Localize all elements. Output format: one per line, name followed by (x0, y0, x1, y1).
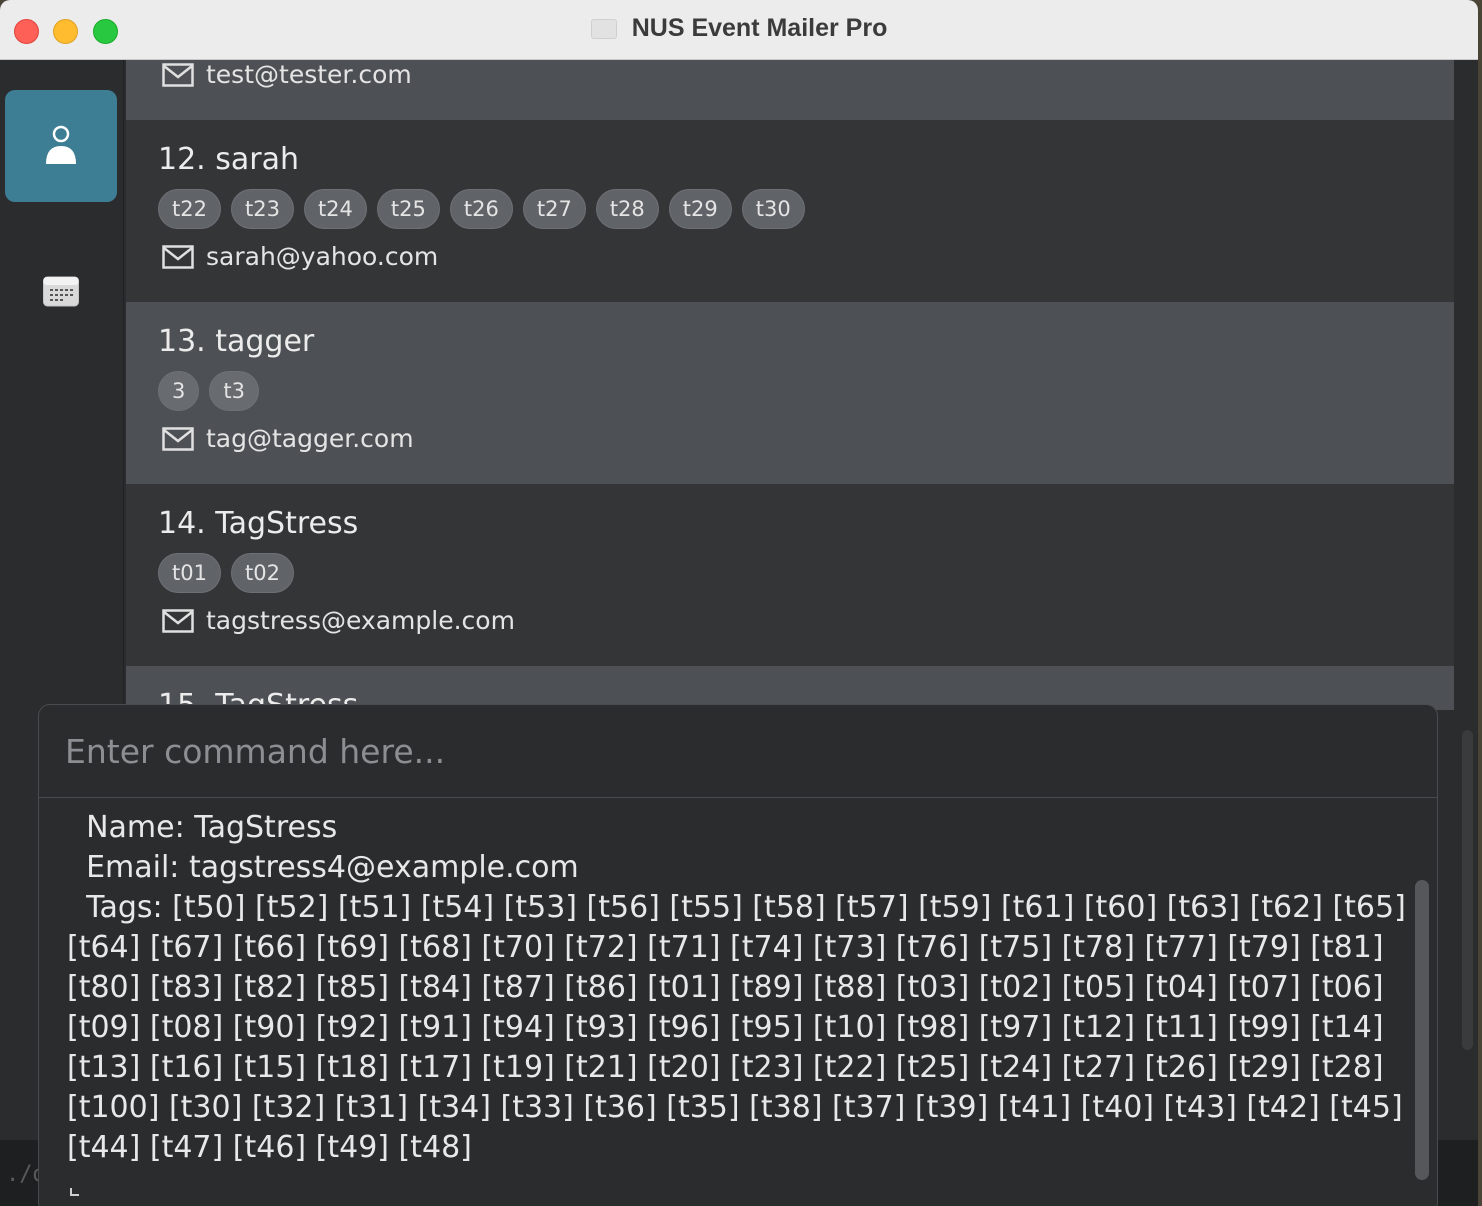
contact-card[interactable]: 13. tagger 3 t3 tag@tagger.com (126, 302, 1454, 484)
title-bar: NUS Event Mailer Pro (0, 0, 1478, 60)
contact-email: tag@tagger.com (206, 424, 414, 453)
contact-name: 14. TagStress (158, 506, 359, 541)
tag: t27 (522, 189, 586, 229)
contact-card[interactable]: 12. sarah t22 t23 t24 t25 t26 t27 t28 t2… (126, 120, 1454, 302)
tag: t28 (595, 189, 659, 229)
command-panel: Name: TagStress Email: tagstress4@exampl… (38, 704, 1438, 1206)
calendar-icon (43, 276, 79, 307)
email-row: test@tester.com (162, 60, 412, 89)
email-row: sarah@yahoo.com (162, 242, 438, 271)
list-scrollbar-thumb[interactable] (1462, 730, 1473, 1050)
contact-card[interactable]: test@tester.com (126, 60, 1454, 120)
result-scrollbar-thumb[interactable] (1415, 880, 1429, 1180)
command-input[interactable] (39, 705, 1437, 798)
mail-icon (162, 244, 194, 269)
tag: t26 (449, 189, 513, 229)
tag: t01 (158, 553, 221, 593)
tag-list: t01 t02 (158, 553, 294, 593)
tag: 3 (158, 371, 200, 411)
window-title: NUS Event Mailer Pro (631, 14, 888, 42)
contact-list: test@tester.com 12. sarah t22 t23 t24 t2… (126, 60, 1454, 710)
tag: t23 (230, 189, 294, 229)
tag-list: t22 t23 t24 t25 t26 t27 t28 t29 t30 (158, 189, 805, 229)
email-row: tagstress@example.com (162, 606, 515, 635)
tag: t25 (376, 189, 440, 229)
tag: t22 (158, 189, 221, 229)
resize-corner-icon (70, 1188, 79, 1196)
tag-list: 3 t3 (158, 371, 259, 411)
app-window: NUS Event Mailer Pro test@tester.com 12.… (0, 0, 1478, 1206)
tag: t3 (209, 371, 259, 411)
tag: t30 (741, 189, 805, 229)
app-icon (590, 18, 617, 39)
tag: t29 (668, 189, 732, 229)
sidebar-item-contacts[interactable] (5, 90, 117, 202)
result-display: Name: TagStress Email: tagstress4@exampl… (67, 810, 1406, 1165)
list-scrollbar[interactable] (1458, 60, 1478, 1050)
tag: t02 (230, 553, 294, 593)
contact-email: test@tester.com (206, 60, 412, 89)
mail-icon (162, 62, 194, 87)
mail-icon (162, 426, 194, 451)
contact-name: 13. tagger (158, 324, 315, 359)
contact-email: sarah@yahoo.com (206, 242, 439, 271)
title-wrap: NUS Event Mailer Pro (0, 14, 1478, 43)
mail-icon (162, 608, 194, 633)
tag: t24 (303, 189, 367, 229)
sidebar-item-events[interactable] (38, 270, 84, 312)
contact-name: 12. sarah (158, 142, 299, 177)
person-icon (46, 125, 76, 164)
email-row: tag@tagger.com (162, 424, 414, 453)
contact-email: tagstress@example.com (206, 606, 515, 635)
contact-card[interactable]: 14. TagStress t01 t02 tagstress@example.… (126, 484, 1454, 666)
